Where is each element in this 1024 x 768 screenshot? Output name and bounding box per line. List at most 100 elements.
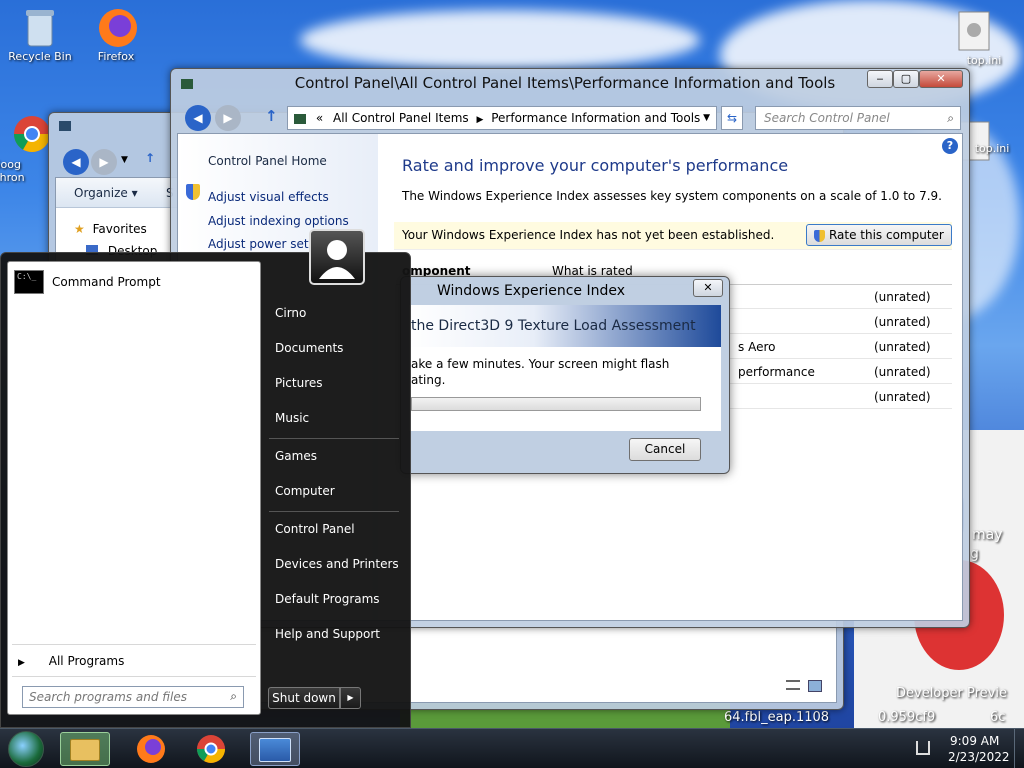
watermark-text: g [970,546,979,562]
user-avatar[interactable] [309,229,365,285]
rate-this-computer-button[interactable]: Rate this computer [806,224,952,246]
refresh-button[interactable]: ⇆ [721,106,743,130]
start-link-documents[interactable]: Documents [275,341,343,355]
address-dropdown-icon[interactable]: ▼ [703,107,710,129]
start-link-default-programs[interactable]: Default Programs [275,592,380,606]
shutdown-button[interactable]: Shut down [268,687,340,709]
all-programs[interactable]: ▶ All Programs [18,654,124,668]
search-input[interactable]: Search Control Panel ⌕ [755,106,961,130]
forward-button[interactable]: ▶ [91,149,117,175]
start-divider [269,438,399,439]
chrome-icon [197,735,225,763]
taskbar-firefox-button[interactable] [126,732,176,766]
forward-button[interactable]: ▶ [215,105,241,131]
start-divider [269,511,399,512]
minimize-button[interactable]: ‒ [867,70,893,88]
maximize-button[interactable]: ▢ [893,70,919,88]
search-icon: ⌕ [230,689,237,703]
start-item-command-prompt[interactable]: C:\_ Command Prompt [14,270,254,296]
search-icon: ⌕ [947,111,954,125]
user-icon [319,240,355,279]
build-string: 0.959cf9 [878,710,936,725]
desktop-icon-label: Firefox [97,50,135,63]
page-description: The Windows Experience Index assesses ke… [402,189,942,203]
command-prompt-icon: C:\_ [14,270,44,294]
desktop-icon-label: Goog Chron [0,158,25,184]
build-string: 64.fbl_eap.1108 [724,710,830,725]
desktop-icon-ini-1[interactable]: top.ini [936,10,1012,67]
start-search-input[interactable]: Search programs and files ⌕ [22,686,244,708]
back-button[interactable]: ◀ [185,105,211,131]
cancel-button[interactable]: Cancel [629,438,701,461]
recycle-bin-icon [20,6,60,47]
organize-button[interactable]: Organize ▾ [74,186,138,200]
page-title: Rate and improve your computer's perform… [402,156,789,175]
close-button[interactable]: ✕ [693,279,723,297]
start-menu[interactable]: C:\_ Command Prompt ▶ All Programs Searc… [0,229,411,728]
explorer-icon [70,739,100,761]
address-bar[interactable]: « All Control Panel Items ▶ Performance … [287,106,717,130]
firefox-icon [137,735,165,763]
start-link-control-panel[interactable]: Control Panel [275,522,355,536]
breadcrumb-item[interactable]: All Control Panel Items [333,111,469,125]
shield-icon [186,184,200,200]
clock-date[interactable]: 2/23/2022 [948,750,1010,764]
up-arrow-icon[interactable]: ↑ [145,151,155,165]
details-view-icon[interactable] [786,680,800,690]
dialog-message: ake a few minutes. Your screen might fla… [411,357,670,371]
up-arrow-icon[interactable]: ↑ [265,107,278,125]
taskbar: 9:09 AM 2/23/2022 [0,728,1024,768]
breadcrumb-item[interactable]: Performance Information and Tools [491,111,700,125]
start-divider [12,644,256,645]
nav-favorites[interactable]: ★ Favorites [74,222,147,236]
shutdown-options-button[interactable]: ▶ [340,687,361,709]
notice-text: Your Windows Experience Index has not ye… [402,228,775,242]
window-icon [59,121,71,131]
star-icon: ★ [74,222,85,236]
arrow-right-icon: ▶ [18,658,25,668]
history-dropdown-icon[interactable]: ▼ [121,155,128,165]
progress-bar [411,397,701,411]
desktop-icon-firefox[interactable]: Firefox [78,6,154,63]
control-panel-icon [259,738,291,762]
close-button[interactable]: ✕ [919,70,963,88]
dialog-content: ake a few minutes. Your screen might fla… [409,347,721,431]
start-link-games[interactable]: Games [275,449,317,463]
adjust-indexing-link[interactable]: Adjust indexing options [208,214,349,228]
start-link-pictures[interactable]: Pictures [275,376,323,390]
start-link-user[interactable]: Cirno [275,306,306,320]
desktop-icon-label: top.ini [966,54,1002,67]
build-string: 6c [990,710,1006,725]
taskbar-chrome-button[interactable] [186,732,236,766]
shield-icon [814,229,826,242]
control-panel-home-link[interactable]: Control Panel Home [208,154,327,168]
window-icon [181,79,193,89]
network-icon[interactable] [916,741,930,755]
start-link-computer[interactable]: Computer [275,484,335,498]
taskbar-explorer-button[interactable] [60,732,110,766]
experience-index-dialog[interactable]: Windows Experience Index ✕ the Direct3D … [400,276,730,474]
preview-pane-icon[interactable] [808,680,822,692]
dialog-message: ating. [411,373,446,387]
adjust-power-link[interactable]: Adjust power settin [208,237,324,251]
dialog-title: Windows Experience Index [437,283,626,299]
help-icon[interactable]: ? [942,138,958,154]
adjust-visual-effects-link[interactable]: Adjust visual effects [208,190,329,204]
desktop-icon-recycle-bin[interactable]: Recycle Bin [2,6,78,63]
window-title: Control Panel\All Control Panel Items\Pe… [294,74,836,92]
start-divider [12,676,256,677]
desktop-icon-label: Recycle Bin [8,50,72,63]
start-link-help[interactable]: Help and Support [275,627,380,641]
watermark-text: may [972,527,1003,543]
start-link-devices[interactable]: Devices and Printers [275,557,399,571]
show-desktop-button[interactable] [1014,729,1024,768]
chrome-icon [12,114,52,154]
start-link-music[interactable]: Music [275,411,309,425]
control-panel-small-icon [294,113,306,124]
notice-bar: Your Windows Experience Index has not ye… [394,222,952,250]
start-menu-programs: C:\_ Command Prompt ▶ All Programs Searc… [7,261,261,715]
taskbar-control-panel-button[interactable] [250,732,300,766]
back-button[interactable]: ◀ [63,149,89,175]
start-orb-icon[interactable] [8,731,44,767]
clock-time[interactable]: 9:09 AM [950,734,999,748]
